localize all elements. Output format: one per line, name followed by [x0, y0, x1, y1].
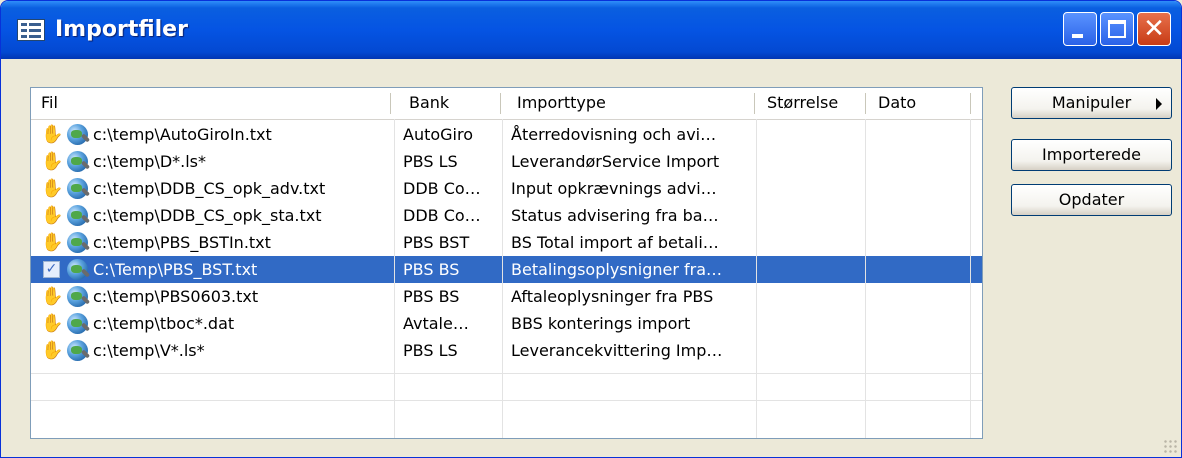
- import-files-list[interactable]: Fil Bank Importtype Størrelse Dato ✋ c:\t…: [30, 87, 983, 439]
- table-row[interactable]: ✋ c:\temp\D*.ls* PBS LS LeverandørService I…: [31, 148, 982, 175]
- minimize-button[interactable]: [1063, 12, 1097, 46]
- bank-cell: PBS LS: [403, 152, 458, 171]
- manipuler-label: Manipuler: [1051, 93, 1132, 112]
- bank-cell: PBS BS: [403, 287, 460, 306]
- importtype-cell: Status advisering fra ba…: [511, 206, 719, 225]
- bank-cell: AutoGiro: [403, 125, 474, 144]
- grid-line: [31, 373, 982, 374]
- hand-icon: ✋: [41, 151, 64, 172]
- hand-icon: ✋: [41, 178, 64, 199]
- size-cell: [767, 310, 859, 337]
- checkbox-icon[interactable]: ✓: [43, 261, 60, 278]
- file-cell: c:\temp\tboc*.dat: [93, 314, 235, 333]
- importtype-cell: Aftaleoplysninger fra PBS: [511, 287, 714, 306]
- date-cell: [878, 283, 966, 310]
- resize-grip[interactable]: [1163, 439, 1177, 453]
- hand-icon: ✋: [41, 232, 64, 253]
- hand-icon: ✋: [41, 313, 64, 334]
- table-row[interactable]: ✓ C:\Temp\PBS_BST.txt PBS BS Betalingsoplys…: [31, 256, 982, 283]
- size-cell: [767, 283, 859, 310]
- file-cell: c:\temp\PBS0603.txt: [93, 287, 259, 306]
- importtype-cell: LeverandørService Import: [511, 152, 720, 171]
- importtype-cell: Återredovisning och avi…: [511, 125, 717, 144]
- maximize-button[interactable]: [1100, 12, 1134, 46]
- size-cell: [767, 337, 859, 364]
- column-header-storrelse[interactable]: Størrelse: [767, 88, 862, 118]
- table-row[interactable]: ✋ c:\temp\AutoGiroIn.txt AutoGiro Återredov…: [31, 121, 982, 148]
- bank-cell: Avtale…: [403, 314, 469, 333]
- bank-cell: PBS BST: [403, 233, 470, 252]
- table-row[interactable]: ✋ c:\temp\DDB_CS_opk_adv.txt DDB Co… Input …: [31, 175, 982, 202]
- hand-icon: ✋: [41, 340, 64, 361]
- size-cell: [767, 175, 859, 202]
- file-cell: c:\temp\DDB_CS_opk_sta.txt: [93, 206, 322, 225]
- file-cell: c:\temp\AutoGiroIn.txt: [93, 125, 272, 144]
- date-cell: [878, 202, 966, 229]
- bank-cell: DDB Co…: [403, 206, 481, 225]
- manipuler-button[interactable]: Manipuler: [1011, 87, 1172, 119]
- submenu-arrow-icon: [1156, 98, 1162, 110]
- file-cell: C:\Temp\PBS_BST.txt: [93, 260, 258, 279]
- opdater-button[interactable]: Opdater: [1011, 184, 1172, 216]
- importtype-cell: Leverancekvittering Imp…: [511, 341, 723, 360]
- table-row[interactable]: ✋ c:\temp\DDB_CS_opk_sta.txt DDB Co… Status…: [31, 202, 982, 229]
- file-cell: c:\temp\V*.ls*: [93, 341, 205, 360]
- importtype-cell: Betalingsoplysnigner fra…: [511, 260, 723, 279]
- date-cell: [878, 337, 966, 364]
- size-cell: [767, 148, 859, 175]
- importtype-cell: BS Total import af betali…: [511, 233, 719, 252]
- table-row[interactable]: ✋ c:\temp\PBS0603.txt PBS BS Aftaleoplysnin…: [31, 283, 982, 310]
- date-cell: [878, 229, 966, 256]
- file-cell: c:\temp\D*.ls*: [93, 152, 207, 171]
- maximize-icon: [1108, 20, 1126, 38]
- bank-cell: PBS LS: [403, 341, 458, 360]
- title-bar[interactable]: Importfiler ✕: [1, 1, 1181, 59]
- date-cell: [878, 175, 966, 202]
- column-header-fil[interactable]: Fil: [41, 88, 381, 118]
- importtype-cell: BBS konterings import: [511, 314, 691, 333]
- file-cell: c:\temp\DDB_CS_opk_adv.txt: [93, 179, 326, 198]
- window-title: Importfiler: [55, 17, 188, 42]
- minimize-icon: [1072, 34, 1083, 38]
- date-cell: [878, 256, 966, 283]
- column-header-dato[interactable]: Dato: [878, 88, 963, 118]
- hand-icon: ✋: [41, 124, 64, 145]
- table-row[interactable]: ✋ c:\temp\tboc*.dat Avtale… BBS konterings …: [31, 310, 982, 337]
- table-row[interactable]: ✋ c:\temp\V*.ls* PBS LS Leverancekvittering…: [31, 337, 982, 364]
- size-cell: [767, 121, 859, 148]
- list-header: Fil Bank Importtype Størrelse Dato: [31, 88, 982, 120]
- size-cell: [767, 229, 859, 256]
- table-row[interactable]: ✋ c:\temp\PBS_BSTIn.txt PBS BST BS Total im…: [31, 229, 982, 256]
- bank-cell: PBS BS: [403, 260, 460, 279]
- size-cell: [767, 202, 859, 229]
- importfiler-window: Importfiler ✕ Fil Bank Importtype Større…: [0, 0, 1182, 458]
- hand-icon: ✋: [41, 286, 64, 307]
- importerede-button[interactable]: Importerede: [1011, 139, 1172, 171]
- importtype-cell: Input opkrævnings advi…: [511, 179, 717, 198]
- date-cell: [878, 148, 966, 175]
- close-button[interactable]: ✕: [1137, 12, 1171, 46]
- list-window-icon: [17, 19, 45, 41]
- column-header-importtype[interactable]: Importtype: [517, 88, 747, 118]
- bank-cell: DDB Co…: [403, 179, 481, 198]
- date-cell: [878, 121, 966, 148]
- hand-icon: ✋: [41, 205, 64, 226]
- close-icon: ✕: [1143, 14, 1165, 44]
- file-cell: c:\temp\PBS_BSTIn.txt: [93, 233, 271, 252]
- date-cell: [878, 310, 966, 337]
- column-header-bank[interactable]: Bank: [409, 88, 494, 118]
- size-cell: [767, 256, 859, 283]
- grid-line: [31, 400, 982, 401]
